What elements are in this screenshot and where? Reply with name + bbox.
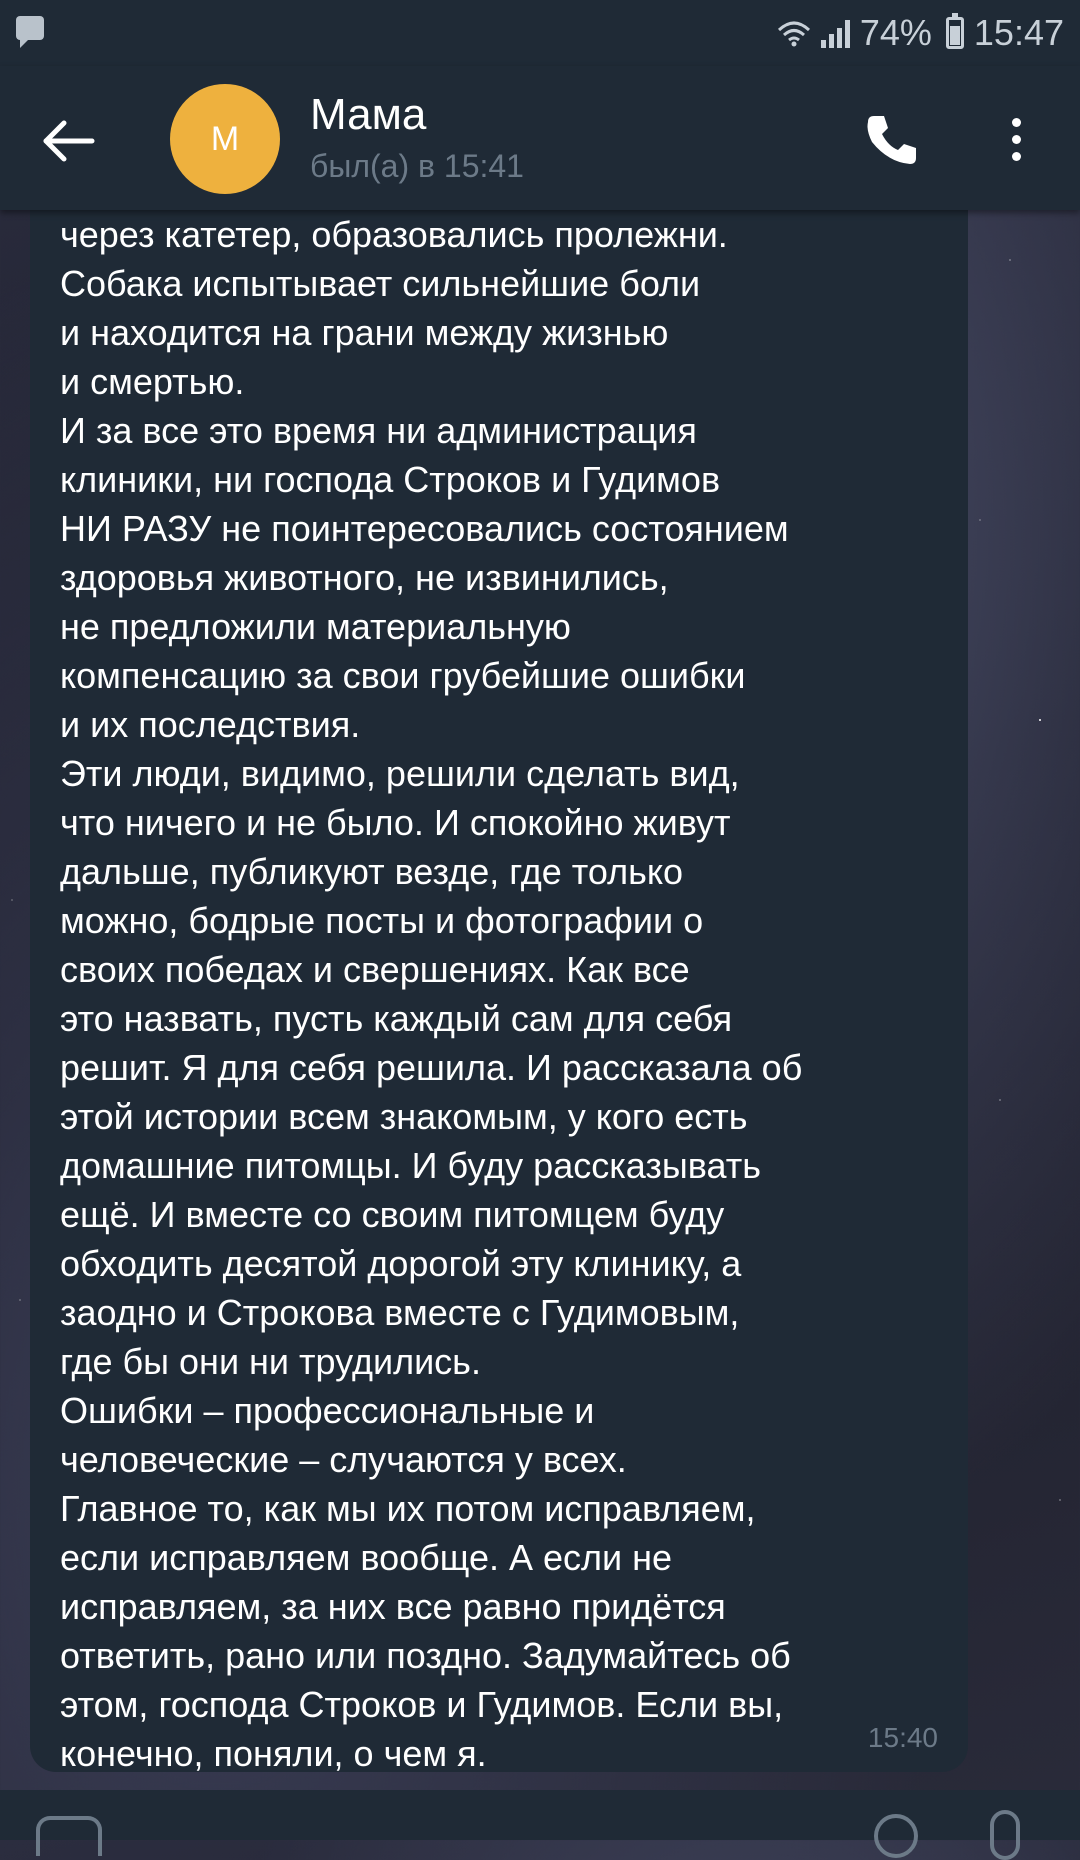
chat-title[interactable]: Мама	[310, 90, 426, 140]
status-bar: 74% 15:47	[0, 0, 1080, 66]
avatar[interactable]: М	[170, 84, 280, 194]
battery-percent: 74%	[859, 12, 932, 53]
message-partial-line: через катетер, образовались пролежни.	[60, 214, 728, 255]
message-time: 15:40	[867, 1722, 938, 1753]
chat-header: М Мама был(а) в 15:41	[0, 66, 1080, 210]
notification-icon	[16, 16, 44, 48]
more-vertical-icon[interactable]	[996, 106, 1036, 172]
wifi-icon	[777, 21, 810, 47]
microphone-icon[interactable]	[990, 1810, 1020, 1860]
signal-icon	[820, 18, 850, 48]
attach-icon[interactable]	[874, 1814, 918, 1858]
last-seen-status: был(а) в 15:41	[310, 148, 524, 184]
back-arrow-icon[interactable]	[34, 106, 104, 176]
message-bubble[interactable]: через катетер, образовались пролежни. Со…	[30, 140, 968, 1772]
message-input-bar	[0, 1790, 1080, 1860]
phone-icon[interactable]	[860, 108, 924, 172]
battery-icon	[945, 13, 964, 49]
clock: 15:47	[973, 12, 1064, 53]
message-text: Собака испытывает сильнейшие боли и нахо…	[60, 263, 803, 1772]
status-indicators: 74% 15:47	[777, 10, 1064, 56]
emoji-icon[interactable]	[36, 1816, 102, 1856]
